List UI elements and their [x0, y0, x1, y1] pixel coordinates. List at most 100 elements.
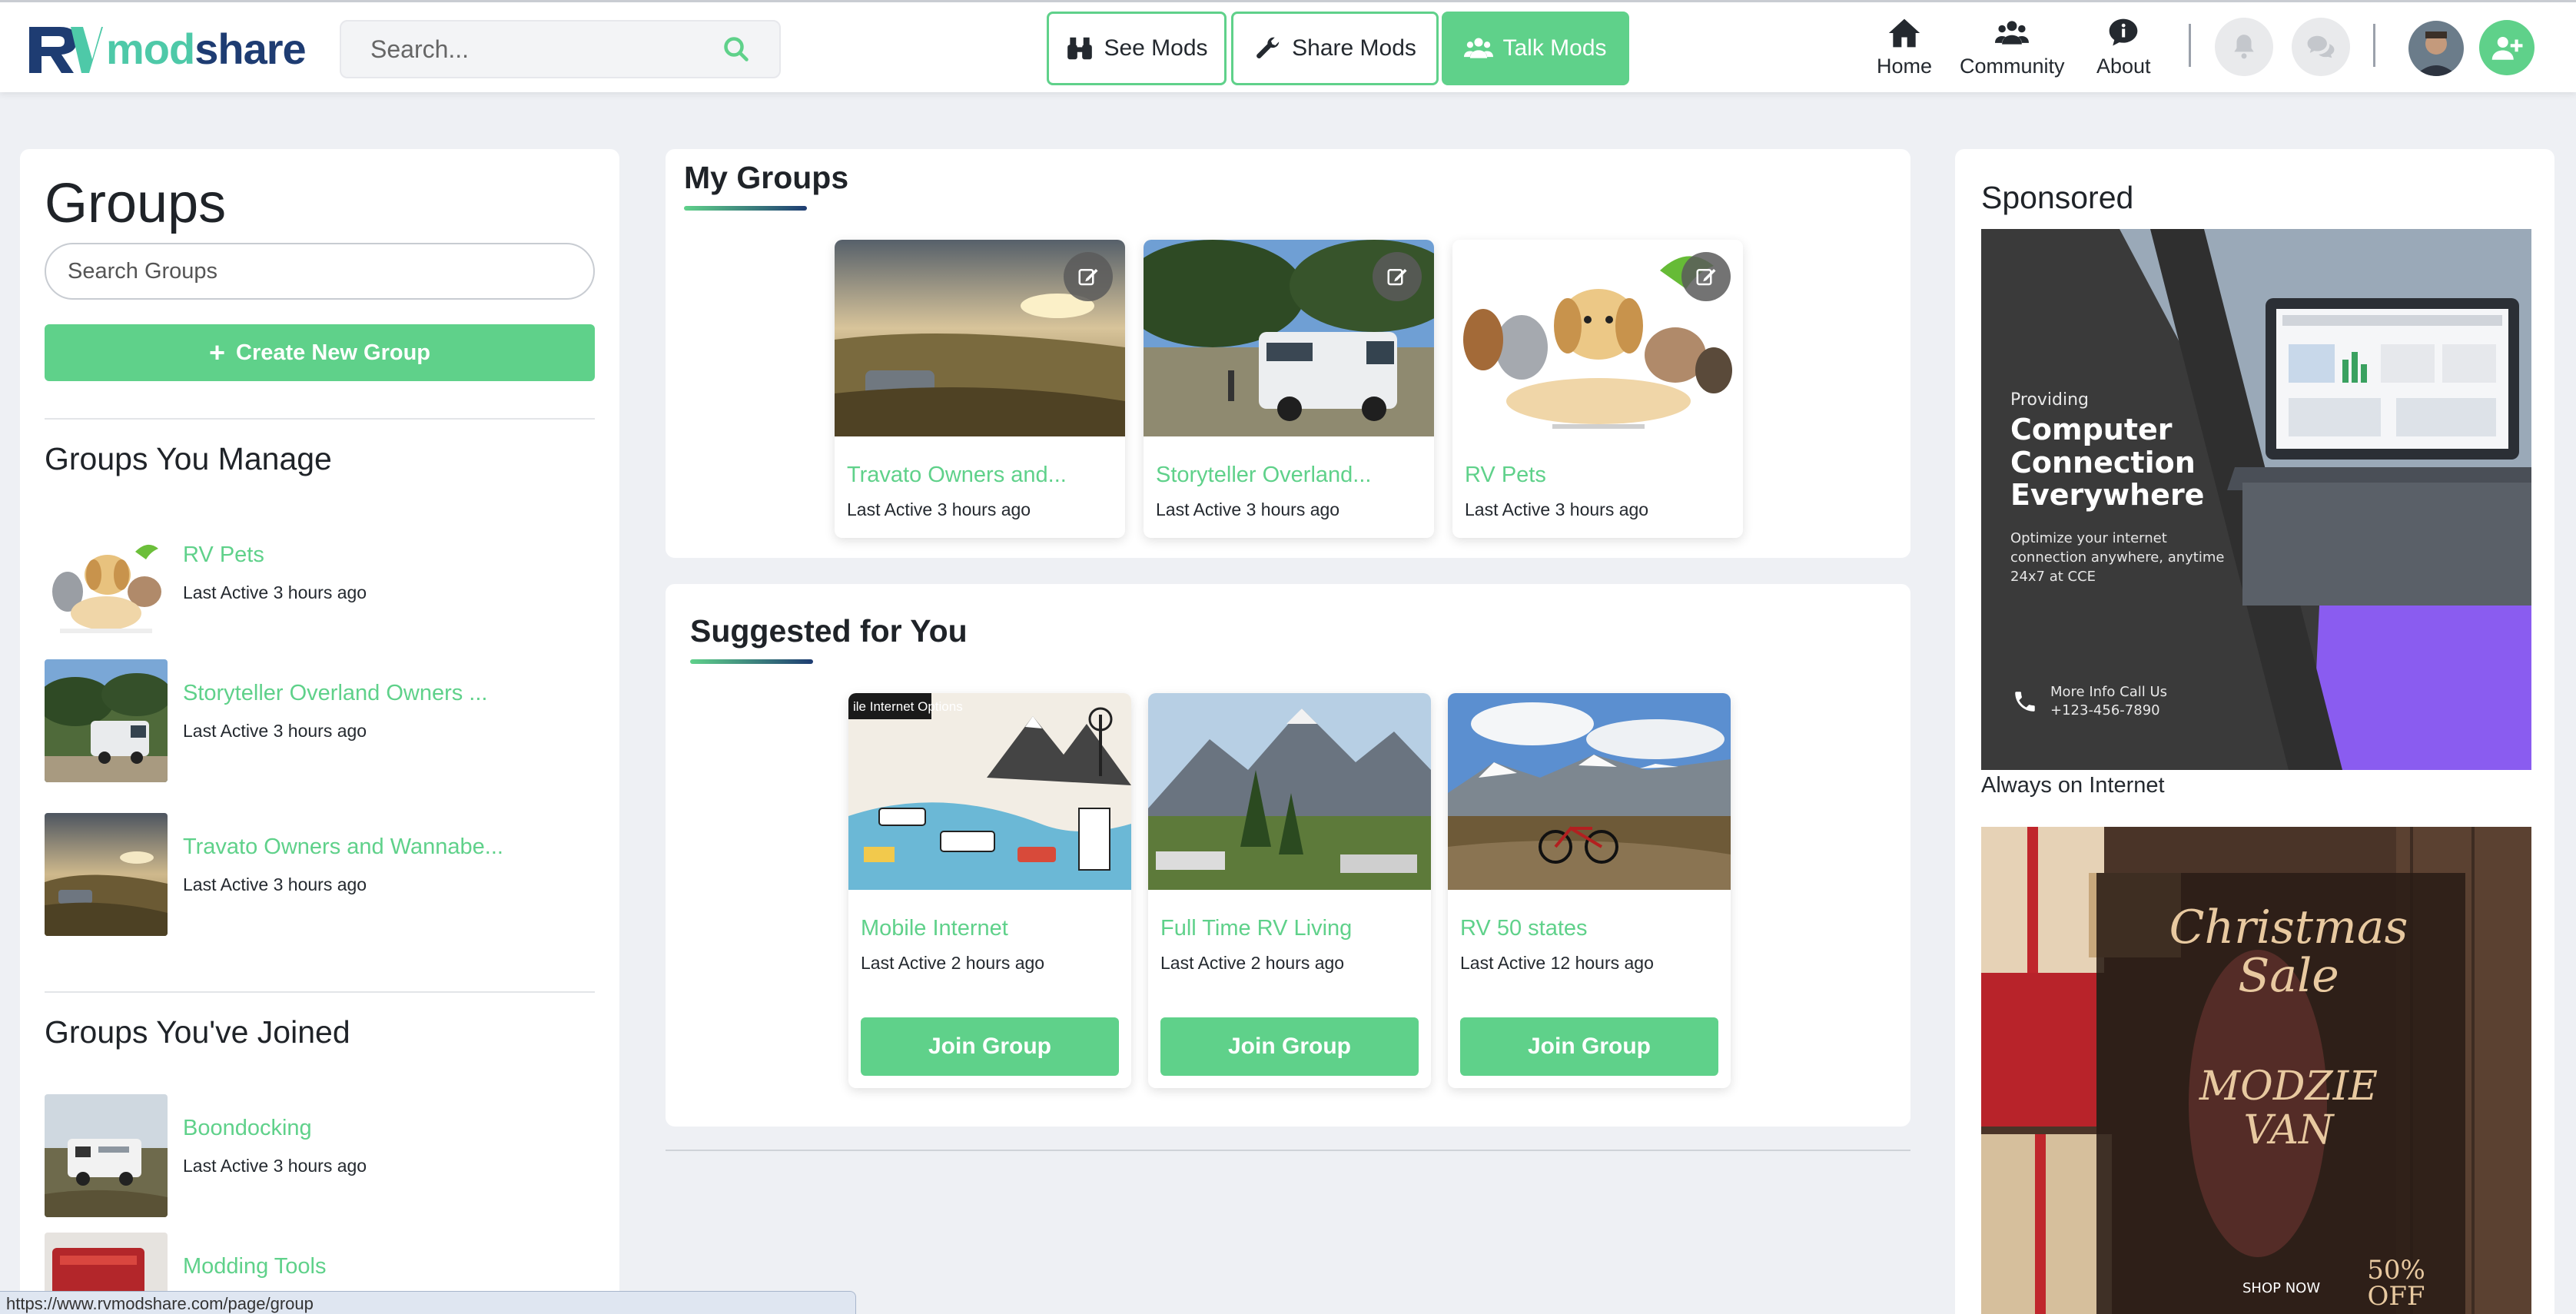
rv-logo-mark [29, 27, 103, 73]
ad-shop-now[interactable]: SHOP NOW [2242, 1280, 2320, 1296]
group-name-link[interactable]: RV 50 states [1460, 916, 1588, 941]
content-divider [666, 1150, 1910, 1151]
groups-sidebar: Groups + Create New Group Groups You Man… [20, 149, 619, 1314]
ad-discount: 50% OFF [2367, 1255, 2425, 1312]
edit-icon [1696, 269, 1716, 286]
group-last-active: Last Active 3 hours ago [183, 1156, 367, 1176]
my-group-card[interactable]: Travato Owners and... Last Active 3 hour… [835, 240, 1125, 538]
suggested-group-card[interactable]: Full Time RV Living Last Active 2 hours … [1148, 693, 1431, 1088]
my-groups-section: My Groups Travato Owners and... Last Act… [666, 149, 1910, 558]
phone-icon [2015, 692, 2035, 712]
group-name-link[interactable]: Mobile Internet [861, 916, 1008, 941]
my-group-card[interactable]: RV Pets Last Active 3 hours ago [1452, 240, 1743, 538]
group-name-link[interactable]: Travato Owners and... [847, 463, 1067, 488]
group-name-link[interactable]: Travato Owners and Wannabe... [183, 835, 503, 860]
edit-icon [1078, 269, 1098, 286]
group-cover-image [1148, 693, 1431, 890]
group-name-link[interactable]: RV Pets [1465, 463, 1546, 488]
sponsored-sidebar: Sponsored Providing Computer Connection … [1955, 149, 2554, 1314]
group-last-active: Last Active 3 hours ago [183, 582, 367, 602]
bell-icon [2234, 35, 2254, 59]
suggested-heading: Suggested for You [690, 613, 968, 649]
group-cover-image: ile Internet Options [848, 693, 1131, 890]
share-mods-button[interactable]: Share Mods [1231, 12, 1439, 85]
group-thumbnail [45, 813, 168, 936]
home-icon [1888, 18, 1920, 48]
nav-community-label: Community [1960, 55, 2065, 78]
join-group-button[interactable]: Join Group [861, 1017, 1119, 1076]
search-icon[interactable] [722, 35, 750, 63]
group-last-active: Last Active 3 hours ago [847, 499, 1031, 519]
global-search [340, 20, 781, 78]
binoculars-icon [1067, 37, 1093, 60]
heading-underline [690, 659, 813, 664]
edit-group-button[interactable] [1373, 252, 1422, 301]
search-groups-input[interactable] [45, 243, 595, 300]
nav-divider [2373, 24, 2375, 67]
nav-about-label: About [2096, 55, 2151, 78]
ad-eyebrow: Providing [2010, 390, 2090, 410]
group-thumbnail [45, 521, 168, 644]
group-cover-image [1448, 693, 1731, 890]
ad-caption: Always on Internet [1981, 773, 2165, 798]
brand-wordmark: modshare [106, 25, 307, 73]
join-group-button[interactable]: Join Group [1460, 1017, 1718, 1076]
create-group-button[interactable]: + Create New Group [45, 324, 595, 381]
sponsored-ad-christmas-sale[interactable]: Christmas Sale MODZIE VAN SHOP NOW 50% O… [1981, 827, 2531, 1314]
see-mods-label: See Mods [1104, 35, 1208, 61]
nav-community[interactable]: Community [1960, 16, 2065, 78]
add-friend-button[interactable] [2479, 20, 2535, 75]
join-group-button[interactable]: Join Group [1160, 1017, 1419, 1076]
talk-mods-button[interactable]: Talk Mods [1442, 12, 1629, 85]
edit-icon [1387, 269, 1407, 286]
group-last-active: Last Active 3 hours ago [183, 721, 367, 741]
group-last-active: Last Active 12 hours ago [1460, 953, 1654, 973]
managed-group-item[interactable]: Storyteller Overland Owners ... Last Act… [45, 659, 595, 782]
ad-phone: +123-456-7890 [2050, 702, 2160, 718]
user-plus-icon [2491, 37, 2523, 60]
sponsored-ad-internet[interactable]: Providing Computer Connection Everywhere… [1981, 229, 2531, 770]
browser-status-url: https://www.rvmodshare.com/page/group [0, 1291, 856, 1314]
managed-group-item[interactable]: RV Pets Last Active 3 hours ago [45, 521, 595, 644]
cover-image-text: ile Internet Options [853, 699, 963, 714]
rvmodshare-logo[interactable]: modshare [26, 22, 307, 76]
messages-button[interactable] [2292, 18, 2350, 76]
notifications-button[interactable] [2215, 18, 2273, 76]
nav-home[interactable]: Home [1877, 16, 1932, 78]
group-last-active: Last Active 3 hours ago [183, 874, 367, 894]
edit-group-button[interactable] [1064, 252, 1113, 301]
suggested-section: Suggested for You ile Internet Options M… [666, 584, 1910, 1127]
edit-group-button[interactable] [1681, 252, 1731, 301]
group-last-active: Last Active 2 hours ago [861, 953, 1045, 973]
nav-divider [2189, 24, 2191, 67]
group-thumbnail [45, 1094, 168, 1217]
group-name-link[interactable]: Storyteller Overland Owners ... [183, 681, 487, 706]
ad-brand: MODZIE VAN [2199, 1063, 2378, 1154]
user-avatar[interactable] [2408, 21, 2464, 76]
ad-script-title: Christmas Sale [2169, 901, 2408, 1003]
see-mods-button[interactable]: See Mods [1047, 12, 1227, 85]
search-input[interactable] [370, 35, 722, 64]
group-thumbnail [45, 659, 168, 782]
group-name-link[interactable]: Modding Tools [183, 1254, 326, 1279]
nav-about[interactable]: About [2096, 16, 2151, 78]
ad-body: Optimize your internet connection anywhe… [2010, 530, 2225, 586]
sponsored-heading: Sponsored [1981, 180, 2134, 215]
create-group-label: Create New Group [236, 340, 431, 365]
info-bubble-icon [2109, 18, 2138, 46]
chat-bubbles-icon [2307, 35, 2335, 58]
wrench-icon [1256, 37, 1280, 58]
managed-group-item[interactable]: Travato Owners and Wannabe... Last Activ… [45, 813, 595, 936]
group-name-link[interactable]: Full Time RV Living [1160, 916, 1352, 941]
group-name-link[interactable]: Boondocking [183, 1116, 312, 1141]
group-name-link[interactable]: Storyteller Overland... [1156, 463, 1371, 488]
group-name-link[interactable]: RV Pets [183, 543, 264, 568]
ad-contact-label: More Info Call Us [2050, 684, 2168, 700]
suggested-group-card[interactable]: ile Internet Options Mobile Internet Las… [848, 693, 1131, 1088]
joined-group-item[interactable]: Boondocking Last Active 3 hours ago [45, 1094, 595, 1217]
plus-icon: + [208, 337, 226, 368]
my-group-card[interactable]: Storyteller Overland... Last Active 3 ho… [1144, 240, 1434, 538]
suggested-group-card[interactable]: RV 50 states Last Active 12 hours ago Jo… [1448, 693, 1731, 1088]
talk-mods-label: Talk Mods [1502, 35, 1607, 61]
group-last-active: Last Active 3 hours ago [1156, 499, 1340, 519]
